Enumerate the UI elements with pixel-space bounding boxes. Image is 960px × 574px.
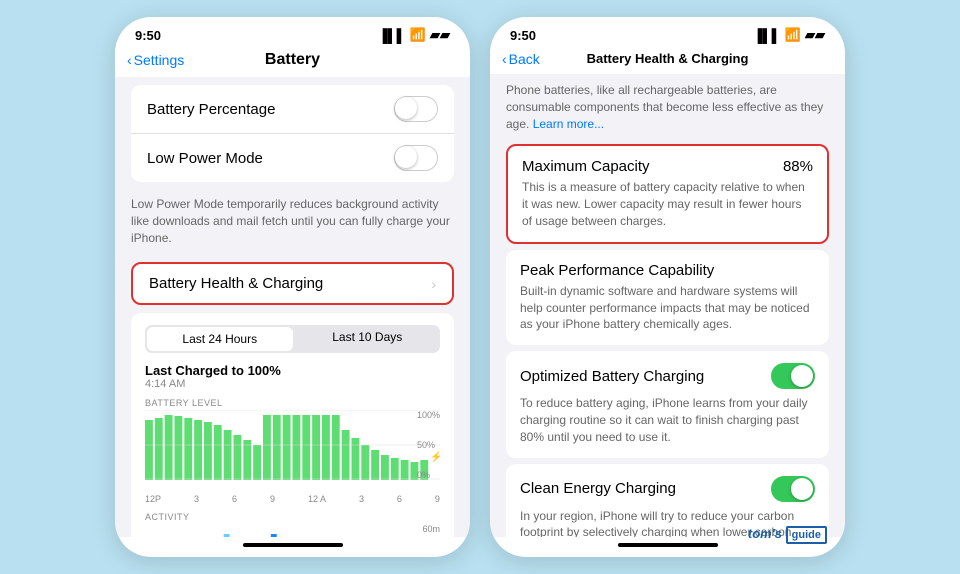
back-label-left[interactable]: Settings <box>134 52 185 68</box>
battery-health-link[interactable]: Battery Health & Charging › <box>131 262 454 305</box>
battery-level-label: BATTERY LEVEL <box>145 398 440 408</box>
optimized-charging-note: To reduce battery aging, iPhone learns f… <box>520 395 815 445</box>
back-button-left[interactable]: ‹ Settings <box>127 52 184 68</box>
back-chevron-left: ‹ <box>127 52 132 68</box>
battery-section: Last 24 Hours Last 10 Days Last Charged … <box>131 313 454 537</box>
learn-more-header[interactable]: Learn more... <box>533 117 604 131</box>
charged-label: Last Charged to 100% <box>145 363 440 378</box>
activity-label: ACTIVITY <box>145 512 440 522</box>
chevron-right-icon: › <box>431 276 436 292</box>
peak-perf-title: Peak Performance Capability <box>520 262 815 279</box>
battery-health-label: Battery Health & Charging <box>149 275 323 292</box>
segment-10d[interactable]: Last 10 Days <box>295 325 441 353</box>
signal-icon: ▐▌▌ <box>378 28 406 43</box>
battery-y-labels: 100% 50% 0% <box>417 410 440 480</box>
status-bar-right: 9:50 ▐▌▌ 📶 ▰▰ <box>490 17 845 47</box>
max-capacity-note: This is a measure of battery capacity re… <box>522 179 813 229</box>
screen-content-left[interactable]: Battery Percentage Low Power Mode Low Po… <box>115 77 470 537</box>
clean-energy-toggle[interactable] <box>771 476 815 502</box>
battery-percentage-label: Battery Percentage <box>147 101 275 118</box>
max-capacity-box: Maximum Capacity 88% This is a measure o… <box>506 144 829 243</box>
left-phone: 9:50 ▐▌▌ 📶 ▰▰ ‹ Settings Battery Battery… <box>115 17 470 557</box>
optimized-charging-header: Optimized Battery Charging <box>520 363 815 389</box>
activity-chart-svg <box>145 524 440 537</box>
activity-chart-container: 60m 30m 0m <box>145 524 440 537</box>
battery-percentage-row: Battery Percentage <box>131 85 454 134</box>
home-bar-right <box>618 543 718 547</box>
signal-icon-right: ▐▌▌ <box>753 28 781 43</box>
optimized-charging-box: Optimized Battery Charging To reduce bat… <box>506 351 829 457</box>
health-header-note: Phone batteries, like all rechargeable b… <box>490 74 845 138</box>
settings-group-toggles: Battery Percentage Low Power Mode <box>131 85 454 182</box>
battery-time-labels: 12P 3 6 9 12 A 3 6 9 <box>145 494 440 504</box>
max-capacity-row: Maximum Capacity 88% <box>522 158 813 175</box>
battery-chart-container: ⚡ 100% 50% 0% <box>145 410 440 490</box>
battery-chart-svg: ⚡ <box>145 410 440 480</box>
back-label-right[interactable]: Back <box>509 51 540 67</box>
peak-perf-box: Peak Performance Capability Built-in dyn… <box>506 250 829 345</box>
clean-energy-header: Clean Energy Charging <box>520 476 815 502</box>
watermark: tom's guide <box>748 525 827 543</box>
home-bar-left <box>243 543 343 547</box>
battery-icon: ▰▰ <box>430 27 450 43</box>
home-indicator-left <box>115 537 470 557</box>
screenshot-wrapper: 9:50 ▐▌▌ 📶 ▰▰ ‹ Settings Battery Battery… <box>115 17 845 557</box>
nav-bar-right: ‹ Back Battery Health & Charging <box>490 47 845 74</box>
optimized-charging-title: Optimized Battery Charging <box>520 368 704 385</box>
activity-y-labels: 60m 30m 0m <box>422 524 440 537</box>
back-chevron-right: ‹ <box>502 51 507 67</box>
low-power-label: Low Power Mode <box>147 150 263 167</box>
segment-control[interactable]: Last 24 Hours Last 10 Days <box>145 325 440 353</box>
clean-energy-title: Clean Energy Charging <box>520 480 676 497</box>
right-phone: 9:50 ▐▌▌ 📶 ▰▰ ‹ Back Battery Health & Ch… <box>490 17 845 557</box>
status-bar-left: 9:50 ▐▌▌ 📶 ▰▰ <box>115 17 470 47</box>
wifi-icon: 📶 <box>410 27 426 43</box>
status-time-left: 9:50 <box>135 28 161 43</box>
battery-icon-right: ▰▰ <box>805 27 825 43</box>
max-capacity-title: Maximum Capacity <box>522 158 650 175</box>
nav-title-right: Battery Health & Charging <box>587 51 749 66</box>
low-power-row: Low Power Mode <box>131 134 454 182</box>
status-icons-left: ▐▌▌ 📶 ▰▰ <box>378 27 450 43</box>
nav-bar-left: ‹ Settings Battery <box>115 47 470 77</box>
segment-24h[interactable]: Last 24 Hours <box>147 327 293 351</box>
low-power-toggle[interactable] <box>394 145 438 171</box>
battery-percentage-toggle[interactable] <box>394 96 438 122</box>
wifi-icon-right: 📶 <box>785 27 801 43</box>
status-time-right: 9:50 <box>510 28 536 43</box>
screen-content-right[interactable]: Phone batteries, like all rechargeable b… <box>490 74 845 537</box>
low-power-note: Low Power Mode temporarily reduces backg… <box>115 190 470 254</box>
peak-perf-note: Built-in dynamic software and hardware s… <box>520 283 815 333</box>
charged-time: 4:14 AM <box>145 378 440 390</box>
status-icons-right: ▐▌▌ 📶 ▰▰ <box>753 27 825 43</box>
optimized-charging-toggle[interactable] <box>771 363 815 389</box>
max-capacity-value: 88% <box>783 158 813 175</box>
back-button-right[interactable]: ‹ Back <box>502 51 540 67</box>
nav-title-left: Battery <box>265 51 320 69</box>
